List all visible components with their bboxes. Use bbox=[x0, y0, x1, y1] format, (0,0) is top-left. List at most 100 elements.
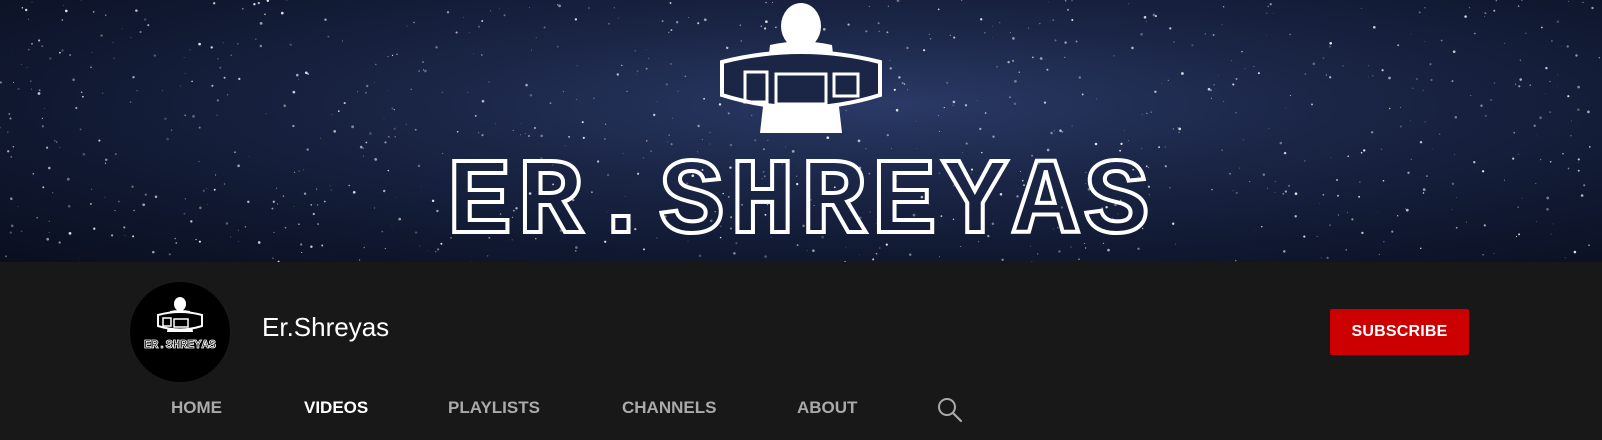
star bbox=[440, 242, 443, 245]
star bbox=[1567, 0, 1569, 2]
star bbox=[533, 126, 536, 130]
star bbox=[668, 31, 670, 33]
channel-tabs: HOME VIDEOS PLAYLISTS CHANNELS ABOUT bbox=[0, 387, 1602, 440]
star bbox=[1518, 85, 1521, 88]
star bbox=[168, 253, 171, 256]
star bbox=[949, 34, 951, 36]
star bbox=[1048, 1, 1049, 3]
star bbox=[113, 57, 115, 59]
star bbox=[152, 250, 155, 254]
star bbox=[984, 32, 986, 34]
star bbox=[1320, 257, 1322, 259]
star bbox=[189, 49, 191, 51]
avatar[interactable]: ER.SHREYAS bbox=[130, 282, 230, 382]
star bbox=[317, 204, 319, 206]
star bbox=[90, 66, 92, 69]
avatar-logo-icon: ER.SHREYAS bbox=[144, 297, 216, 352]
star bbox=[296, 73, 299, 77]
star bbox=[9, 197, 13, 201]
star bbox=[1336, 194, 1340, 197]
star bbox=[330, 189, 332, 191]
star bbox=[929, 37, 932, 40]
star bbox=[608, 22, 610, 25]
star bbox=[343, 102, 346, 105]
star bbox=[0, 81, 2, 84]
star bbox=[1011, 59, 1015, 63]
star bbox=[333, 130, 337, 133]
star bbox=[82, 95, 84, 98]
star bbox=[636, 74, 638, 75]
star bbox=[1415, 78, 1418, 80]
star bbox=[1577, 169, 1580, 172]
star bbox=[1535, 182, 1537, 184]
star bbox=[183, 212, 186, 215]
star bbox=[767, 139, 769, 141]
star bbox=[1582, 1, 1584, 3]
star bbox=[895, 108, 899, 112]
star bbox=[110, 234, 114, 237]
star bbox=[272, 257, 274, 259]
star bbox=[139, 30, 142, 34]
star bbox=[104, 162, 107, 164]
tab-playlists[interactable]: PLAYLISTS bbox=[448, 387, 540, 440]
star bbox=[362, 147, 365, 150]
star bbox=[175, 242, 178, 244]
star bbox=[13, 81, 15, 83]
star bbox=[1244, 68, 1246, 70]
star bbox=[563, 91, 564, 93]
star bbox=[37, 92, 41, 95]
star bbox=[1347, 155, 1350, 158]
star bbox=[1336, 179, 1338, 181]
star bbox=[264, 13, 266, 16]
star bbox=[1493, 82, 1496, 84]
star bbox=[1358, 195, 1361, 198]
star bbox=[81, 91, 83, 93]
star bbox=[1412, 87, 1414, 89]
star bbox=[410, 88, 412, 90]
star bbox=[1232, 190, 1234, 192]
star bbox=[463, 17, 465, 19]
star bbox=[180, 85, 181, 87]
tab-channels[interactable]: CHANNELS bbox=[622, 387, 716, 440]
star bbox=[1517, 206, 1520, 209]
star bbox=[1470, 95, 1472, 97]
star bbox=[82, 153, 86, 156]
star bbox=[1241, 51, 1243, 53]
star bbox=[259, 44, 263, 48]
star bbox=[1587, 110, 1590, 114]
subscribe-button[interactable]: SUBSCRIBE bbox=[1330, 309, 1469, 355]
star bbox=[1242, 139, 1244, 141]
tab-videos[interactable]: VIDEOS bbox=[304, 387, 368, 440]
star bbox=[1253, 65, 1255, 67]
star bbox=[1521, 197, 1523, 199]
star bbox=[822, 27, 826, 31]
star bbox=[456, 131, 459, 133]
star bbox=[12, 146, 15, 148]
star bbox=[1519, 78, 1522, 81]
star bbox=[255, 38, 257, 40]
star bbox=[1014, 79, 1017, 83]
star bbox=[877, 22, 880, 25]
star bbox=[901, 81, 904, 85]
star bbox=[406, 25, 408, 27]
star bbox=[93, 227, 96, 230]
star bbox=[1312, 62, 1316, 66]
star bbox=[153, 54, 156, 57]
star bbox=[1468, 6, 1471, 9]
star bbox=[331, 114, 333, 115]
star bbox=[1009, 32, 1011, 34]
star bbox=[1283, 151, 1287, 155]
star bbox=[303, 169, 305, 171]
star bbox=[298, 79, 299, 81]
star bbox=[1583, 184, 1586, 187]
star bbox=[91, 52, 93, 54]
star bbox=[210, 46, 213, 49]
star bbox=[1150, 111, 1152, 113]
tab-home[interactable]: HOME bbox=[171, 387, 222, 440]
star bbox=[520, 134, 522, 136]
search-icon[interactable] bbox=[936, 396, 964, 424]
star bbox=[36, 217, 38, 219]
tab-about[interactable]: ABOUT bbox=[797, 387, 857, 440]
star bbox=[1493, 9, 1496, 12]
star bbox=[1145, 21, 1147, 23]
